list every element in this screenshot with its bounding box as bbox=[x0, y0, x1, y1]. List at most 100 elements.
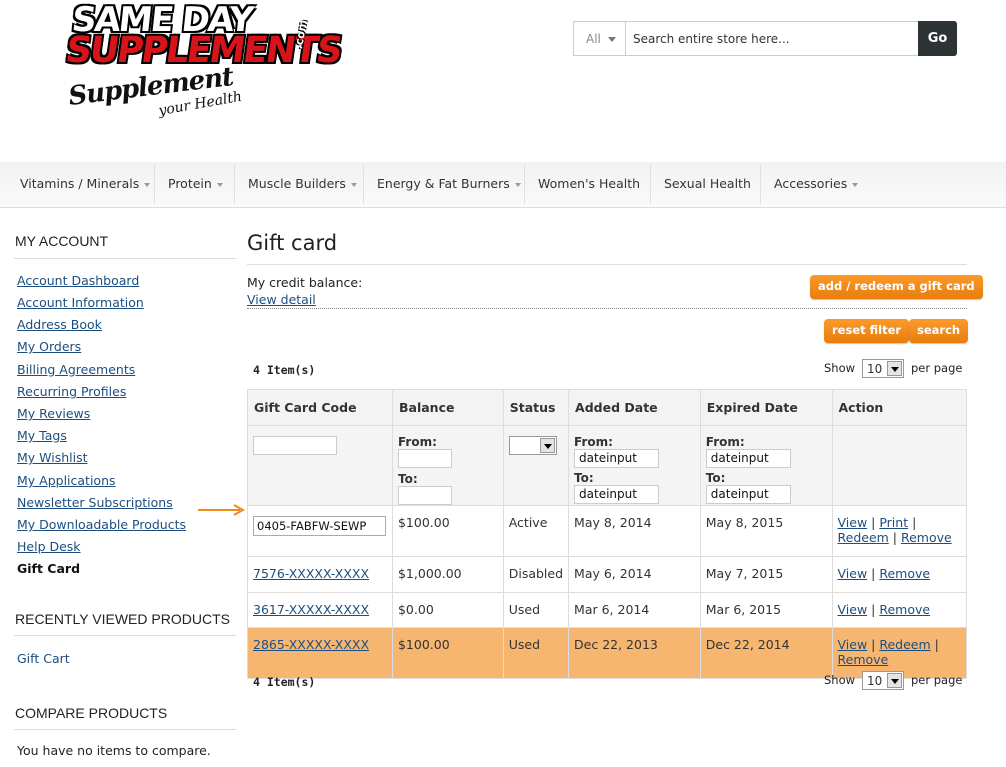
item-count: 4 Item(s) bbox=[253, 363, 316, 377]
sidebar-link-my-reviews[interactable]: My Reviews bbox=[17, 406, 90, 421]
chevron-down-icon bbox=[887, 361, 902, 376]
balance-cell: $100.00 bbox=[391, 627, 504, 679]
chevron-down-icon bbox=[852, 182, 859, 187]
remove-link[interactable]: Remove bbox=[838, 652, 889, 667]
view-detail-link[interactable]: View detail bbox=[247, 292, 316, 307]
nav-divider bbox=[363, 164, 364, 204]
print-link[interactable]: Print bbox=[879, 515, 908, 530]
nav-label: Protein bbox=[168, 176, 212, 191]
nav-label: Sexual Health bbox=[664, 176, 751, 191]
sidebar-link-account-information[interactable]: Account Information bbox=[17, 295, 144, 310]
sidebar-link-recurring-profiles[interactable]: Recurring Profiles bbox=[17, 384, 126, 399]
filter-cell: From:dateinput To:dateinput bbox=[568, 425, 701, 506]
to-label: To: bbox=[574, 471, 594, 485]
sidebar-link-help-desk[interactable]: Help Desk bbox=[17, 539, 81, 554]
search-go-button[interactable]: Go bbox=[918, 21, 957, 56]
filter-cell bbox=[502, 425, 570, 506]
search-input[interactable]: Search entire store here... bbox=[625, 21, 919, 56]
nav-item-womens-health[interactable]: Women's Health bbox=[538, 162, 640, 208]
per-page-value: 10 bbox=[867, 674, 883, 688]
table-row-highlighted: 2865-XXXXX-XXXX $100.00 Used Dec 22, 201… bbox=[247, 627, 967, 679]
balance-to-input[interactable] bbox=[397, 486, 452, 505]
col-header-status[interactable]: Status bbox=[502, 389, 570, 426]
col-header-expired-date[interactable]: Expired Date bbox=[699, 389, 833, 426]
nav-item-muscle-builders[interactable]: Muscle Builders bbox=[248, 162, 357, 208]
nav-divider bbox=[760, 164, 761, 204]
sidebar-link-my-applications[interactable]: My Applications bbox=[17, 473, 116, 488]
nav-divider bbox=[234, 164, 235, 204]
status-cell: Disabled bbox=[502, 556, 570, 593]
nav-item-accessories[interactable]: Accessories bbox=[774, 162, 859, 208]
dotted-divider bbox=[247, 308, 967, 309]
expired-to-date-input[interactable]: dateinput bbox=[705, 485, 791, 504]
chevron-down-icon bbox=[887, 673, 902, 688]
nav-item-vitamins[interactable]: Vitamins / Minerals bbox=[20, 162, 151, 208]
divider bbox=[14, 635, 236, 636]
nav-item-protein[interactable]: Protein bbox=[168, 162, 223, 208]
expired-date-cell: Dec 22, 2014 bbox=[699, 627, 833, 679]
status-filter-select[interactable] bbox=[508, 436, 557, 455]
nav-label: Muscle Builders bbox=[248, 176, 346, 191]
view-link[interactable]: View bbox=[838, 515, 868, 530]
nav-label: Women's Health bbox=[538, 176, 641, 191]
sidebar-link-my-tags[interactable]: My Tags bbox=[17, 428, 67, 443]
sidebar-link-account-dashboard[interactable]: Account Dashboard bbox=[17, 273, 139, 288]
filter-cell bbox=[247, 425, 393, 506]
show-label-bottom: Show bbox=[824, 673, 856, 687]
nav-divider bbox=[524, 164, 525, 204]
added-date-cell: May 6, 2014 bbox=[568, 556, 701, 593]
sidebar-link-my-orders[interactable]: My Orders bbox=[17, 339, 81, 354]
compare-empty-text: You have no items to compare. bbox=[17, 743, 211, 758]
chevron-down-icon bbox=[216, 182, 223, 187]
sidebar-link-newsletter[interactable]: Newsletter Subscriptions bbox=[17, 495, 173, 510]
reset-filter-button[interactable]: reset filter bbox=[824, 319, 910, 343]
code-cell: 3617-XXXXX-XXXX bbox=[247, 592, 393, 628]
balance-cell: $0.00 bbox=[391, 592, 504, 628]
remove-link[interactable]: Remove bbox=[879, 566, 930, 581]
to-label: To: bbox=[705, 471, 726, 485]
recent-product-link[interactable]: Gift Cart bbox=[17, 651, 70, 666]
redeem-link[interactable]: Redeem bbox=[838, 530, 889, 545]
sidebar-link-billing-agreements[interactable]: Billing Agreements bbox=[17, 362, 135, 377]
search-button[interactable]: search bbox=[909, 319, 969, 343]
add-redeem-gift-card-button[interactable]: add / redeem a gift card bbox=[810, 275, 983, 299]
gift-card-code-field[interactable]: 0405-FABFW-SEWP bbox=[253, 516, 386, 536]
gift-card-code-link[interactable]: 3617-XXXXX-XXXX bbox=[253, 602, 369, 617]
view-link[interactable]: View bbox=[838, 637, 868, 652]
search-category-select[interactable]: All bbox=[573, 21, 625, 56]
per-page-select-bottom[interactable]: 10 bbox=[862, 671, 904, 690]
show-label: Show bbox=[824, 361, 856, 375]
nav-item-energy[interactable]: Energy & Fat Burners bbox=[377, 162, 521, 208]
sidebar-link-address-book[interactable]: Address Book bbox=[17, 317, 102, 332]
col-header-code[interactable]: Gift Card Code bbox=[247, 389, 393, 426]
remove-link[interactable]: Remove bbox=[901, 530, 952, 545]
expired-from-date-input[interactable]: dateinput bbox=[705, 449, 791, 468]
balance-cell: $100.00 bbox=[391, 505, 504, 557]
remove-link[interactable]: Remove bbox=[879, 602, 930, 617]
sidebar-link-downloadable-products[interactable]: My Downloadable Products bbox=[17, 517, 186, 532]
site-logo[interactable]: SAME DAY SUPPLEMENTS .com Supplement you… bbox=[58, 0, 343, 130]
code-filter-input[interactable] bbox=[253, 436, 337, 455]
chevron-down-icon bbox=[514, 182, 521, 187]
table-row: 7576-XXXXX-XXXX $1,000.00 Disabled May 6… bbox=[247, 556, 967, 593]
redeem-link[interactable]: Redeem bbox=[879, 637, 930, 652]
per-page-label: per page bbox=[911, 361, 963, 375]
view-link[interactable]: View bbox=[838, 602, 868, 617]
added-from-date-input[interactable]: dateinput bbox=[574, 449, 660, 468]
per-page-select[interactable]: 10 bbox=[862, 359, 904, 378]
code-cell: 0405-FABFW-SEWP bbox=[247, 505, 393, 557]
search-category-value: All bbox=[586, 32, 601, 46]
divider bbox=[14, 258, 236, 259]
divider bbox=[247, 264, 967, 265]
sidebar-link-my-wishlist[interactable]: My Wishlist bbox=[17, 450, 88, 465]
filter-cell: From: To: bbox=[391, 425, 504, 506]
col-header-added-date[interactable]: Added Date bbox=[568, 389, 701, 426]
added-to-date-input[interactable]: dateinput bbox=[574, 485, 660, 504]
gift-card-code-link[interactable]: 2865-XXXXX-XXXX bbox=[253, 637, 369, 652]
gift-card-code-link[interactable]: 7576-XXXXX-XXXX bbox=[253, 566, 369, 581]
col-header-balance[interactable]: Balance bbox=[391, 389, 504, 426]
chevron-down-icon bbox=[539, 438, 555, 453]
nav-item-sexual-health[interactable]: Sexual Health bbox=[664, 162, 751, 208]
view-link[interactable]: View bbox=[838, 566, 868, 581]
balance-from-input[interactable] bbox=[397, 449, 452, 468]
